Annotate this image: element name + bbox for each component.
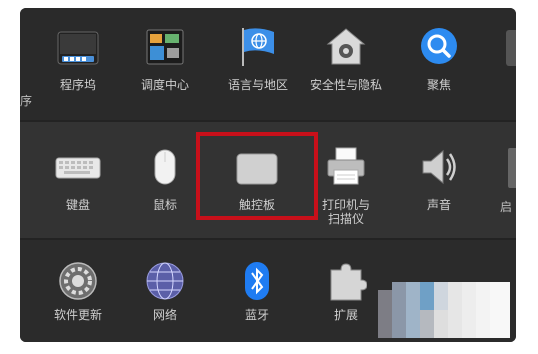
pref-mission-control-label: 调度中心 xyxy=(140,78,189,92)
pref-dock[interactable]: 程序坞 xyxy=(38,24,118,114)
mission-control-icon xyxy=(143,28,187,72)
pref-mouse-label: 鼠标 xyxy=(152,198,177,212)
pref-extensions[interactable]: 扩展 xyxy=(306,260,386,340)
pref-language-region-label: 语言与地区 xyxy=(227,78,288,92)
partial-item-right-row1 xyxy=(506,30,516,66)
magnifier-icon xyxy=(417,26,461,72)
flag-globe-icon xyxy=(236,26,280,72)
truncated-label-row2: 启 xyxy=(500,200,513,214)
pref-extensions-label: 扩展 xyxy=(333,308,358,322)
pref-keyboard[interactable]: 键盘 xyxy=(38,146,118,236)
puzzle-icon xyxy=(325,262,368,306)
pref-security-privacy[interactable]: 安全性与隐私 xyxy=(306,24,386,114)
pref-mission-control[interactable]: 调度中心 xyxy=(125,24,205,114)
network-globe-icon xyxy=(144,260,186,306)
pref-language-region[interactable]: 语言与地区 xyxy=(218,24,298,114)
truncated-label-row1: 序 xyxy=(20,94,33,108)
pref-keyboard-label: 键盘 xyxy=(65,198,90,212)
pixelated-area xyxy=(378,282,510,338)
house-lock-icon xyxy=(324,26,368,72)
pref-bluetooth-label: 蓝牙 xyxy=(244,308,269,322)
pref-network[interactable]: 网络 xyxy=(125,260,205,340)
speaker-icon xyxy=(417,146,461,192)
pref-bluetooth[interactable]: 蓝牙 xyxy=(217,260,297,340)
pref-spotlight[interactable]: 聚焦 xyxy=(399,24,479,114)
pref-printers-scanners[interactable]: 打印机与 扫描仪 xyxy=(306,146,386,236)
bluetooth-icon xyxy=(242,260,272,306)
highlight-box xyxy=(196,132,318,220)
pref-printers-scanners-label: 打印机与 扫描仪 xyxy=(306,198,386,226)
dock-icon xyxy=(56,28,100,72)
gear-update-icon xyxy=(57,260,99,306)
pref-network-label: 网络 xyxy=(152,308,177,322)
keyboard-icon xyxy=(54,152,102,186)
pref-security-privacy-label: 安全性与隐私 xyxy=(309,78,382,92)
mouse-icon xyxy=(150,148,180,192)
pref-printers-scanners-label-text: 打印机与 扫描仪 xyxy=(321,198,370,226)
partial-item-right-row2 xyxy=(508,148,516,188)
pref-dock-label: 程序坞 xyxy=(59,78,96,92)
pref-software-update[interactable]: 软件更新 xyxy=(38,260,118,340)
pref-sound-label: 声音 xyxy=(426,198,451,212)
pref-sound[interactable]: 声音 xyxy=(399,146,479,236)
pref-software-update-label: 软件更新 xyxy=(53,308,102,322)
pref-mouse[interactable]: 鼠标 xyxy=(125,146,205,236)
printer-icon xyxy=(324,146,368,192)
pref-spotlight-label: 聚焦 xyxy=(426,78,451,92)
